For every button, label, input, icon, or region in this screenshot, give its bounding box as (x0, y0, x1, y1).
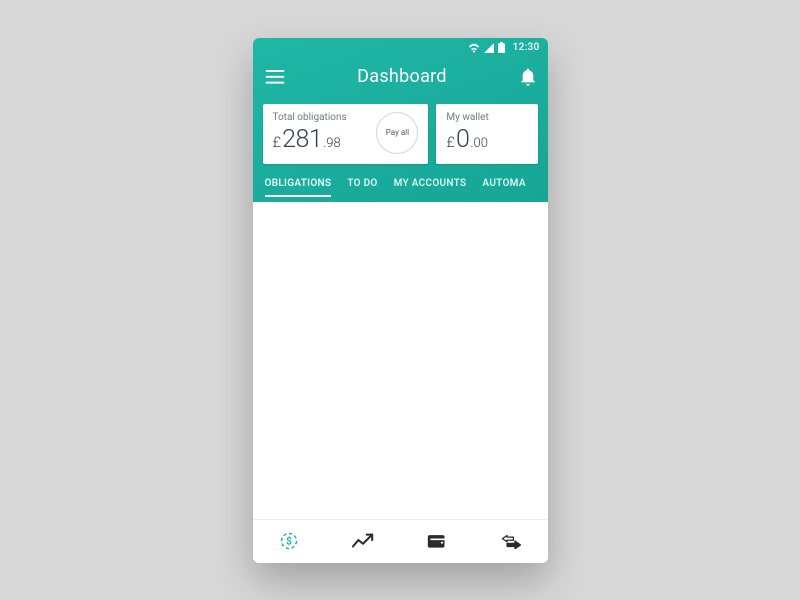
wallet-card[interactable]: My wallet £ 0 .00 (436, 104, 537, 164)
nav-activity-icon[interactable] (347, 525, 379, 557)
obligations-amount: £ 281 .98 (273, 125, 347, 154)
svg-text:$: $ (287, 534, 293, 547)
wallet-label: My wallet (446, 112, 488, 123)
tab-bar: OBLIGATIONS TO DO MY ACCOUNTS AUTOMA (253, 174, 548, 202)
tab-obligations[interactable]: OBLIGATIONS (265, 178, 332, 197)
pay-all-button[interactable]: Pay all (376, 112, 418, 154)
wifi-icon (468, 43, 480, 53)
bell-icon[interactable] (520, 68, 536, 86)
tab-my-accounts[interactable]: MY ACCOUNTS (394, 178, 467, 197)
obligations-card[interactable]: Total obligations £ 281 .98 Pay all (263, 104, 429, 164)
page-title: Dashboard (285, 66, 520, 87)
menu-icon[interactable] (265, 70, 285, 84)
content-area (253, 202, 548, 519)
nav-money-icon[interactable]: $ (273, 525, 305, 557)
nav-transfer-icon[interactable] (495, 525, 527, 557)
app-bar: Dashboard (253, 56, 548, 98)
tab-todo[interactable]: TO DO (347, 178, 377, 197)
stage: 12:30 Dashboard Total obligations £ (0, 0, 800, 600)
tab-automation[interactable]: AUTOMA (482, 178, 525, 197)
status-bar: 12:30 (253, 38, 548, 56)
nav-wallet-icon[interactable] (421, 525, 453, 557)
clock-text: 12:30 (513, 42, 540, 53)
wallet-amount: £ 0 .00 (446, 125, 488, 154)
bottom-nav: $ (253, 519, 548, 563)
battery-icon (498, 42, 505, 53)
header-area: 12:30 Dashboard Total obligations £ (253, 38, 548, 202)
obligations-label: Total obligations (273, 112, 347, 123)
signal-icon (484, 43, 494, 53)
phone-frame: 12:30 Dashboard Total obligations £ (253, 38, 548, 563)
summary-cards: Total obligations £ 281 .98 Pay all My w… (253, 98, 548, 174)
